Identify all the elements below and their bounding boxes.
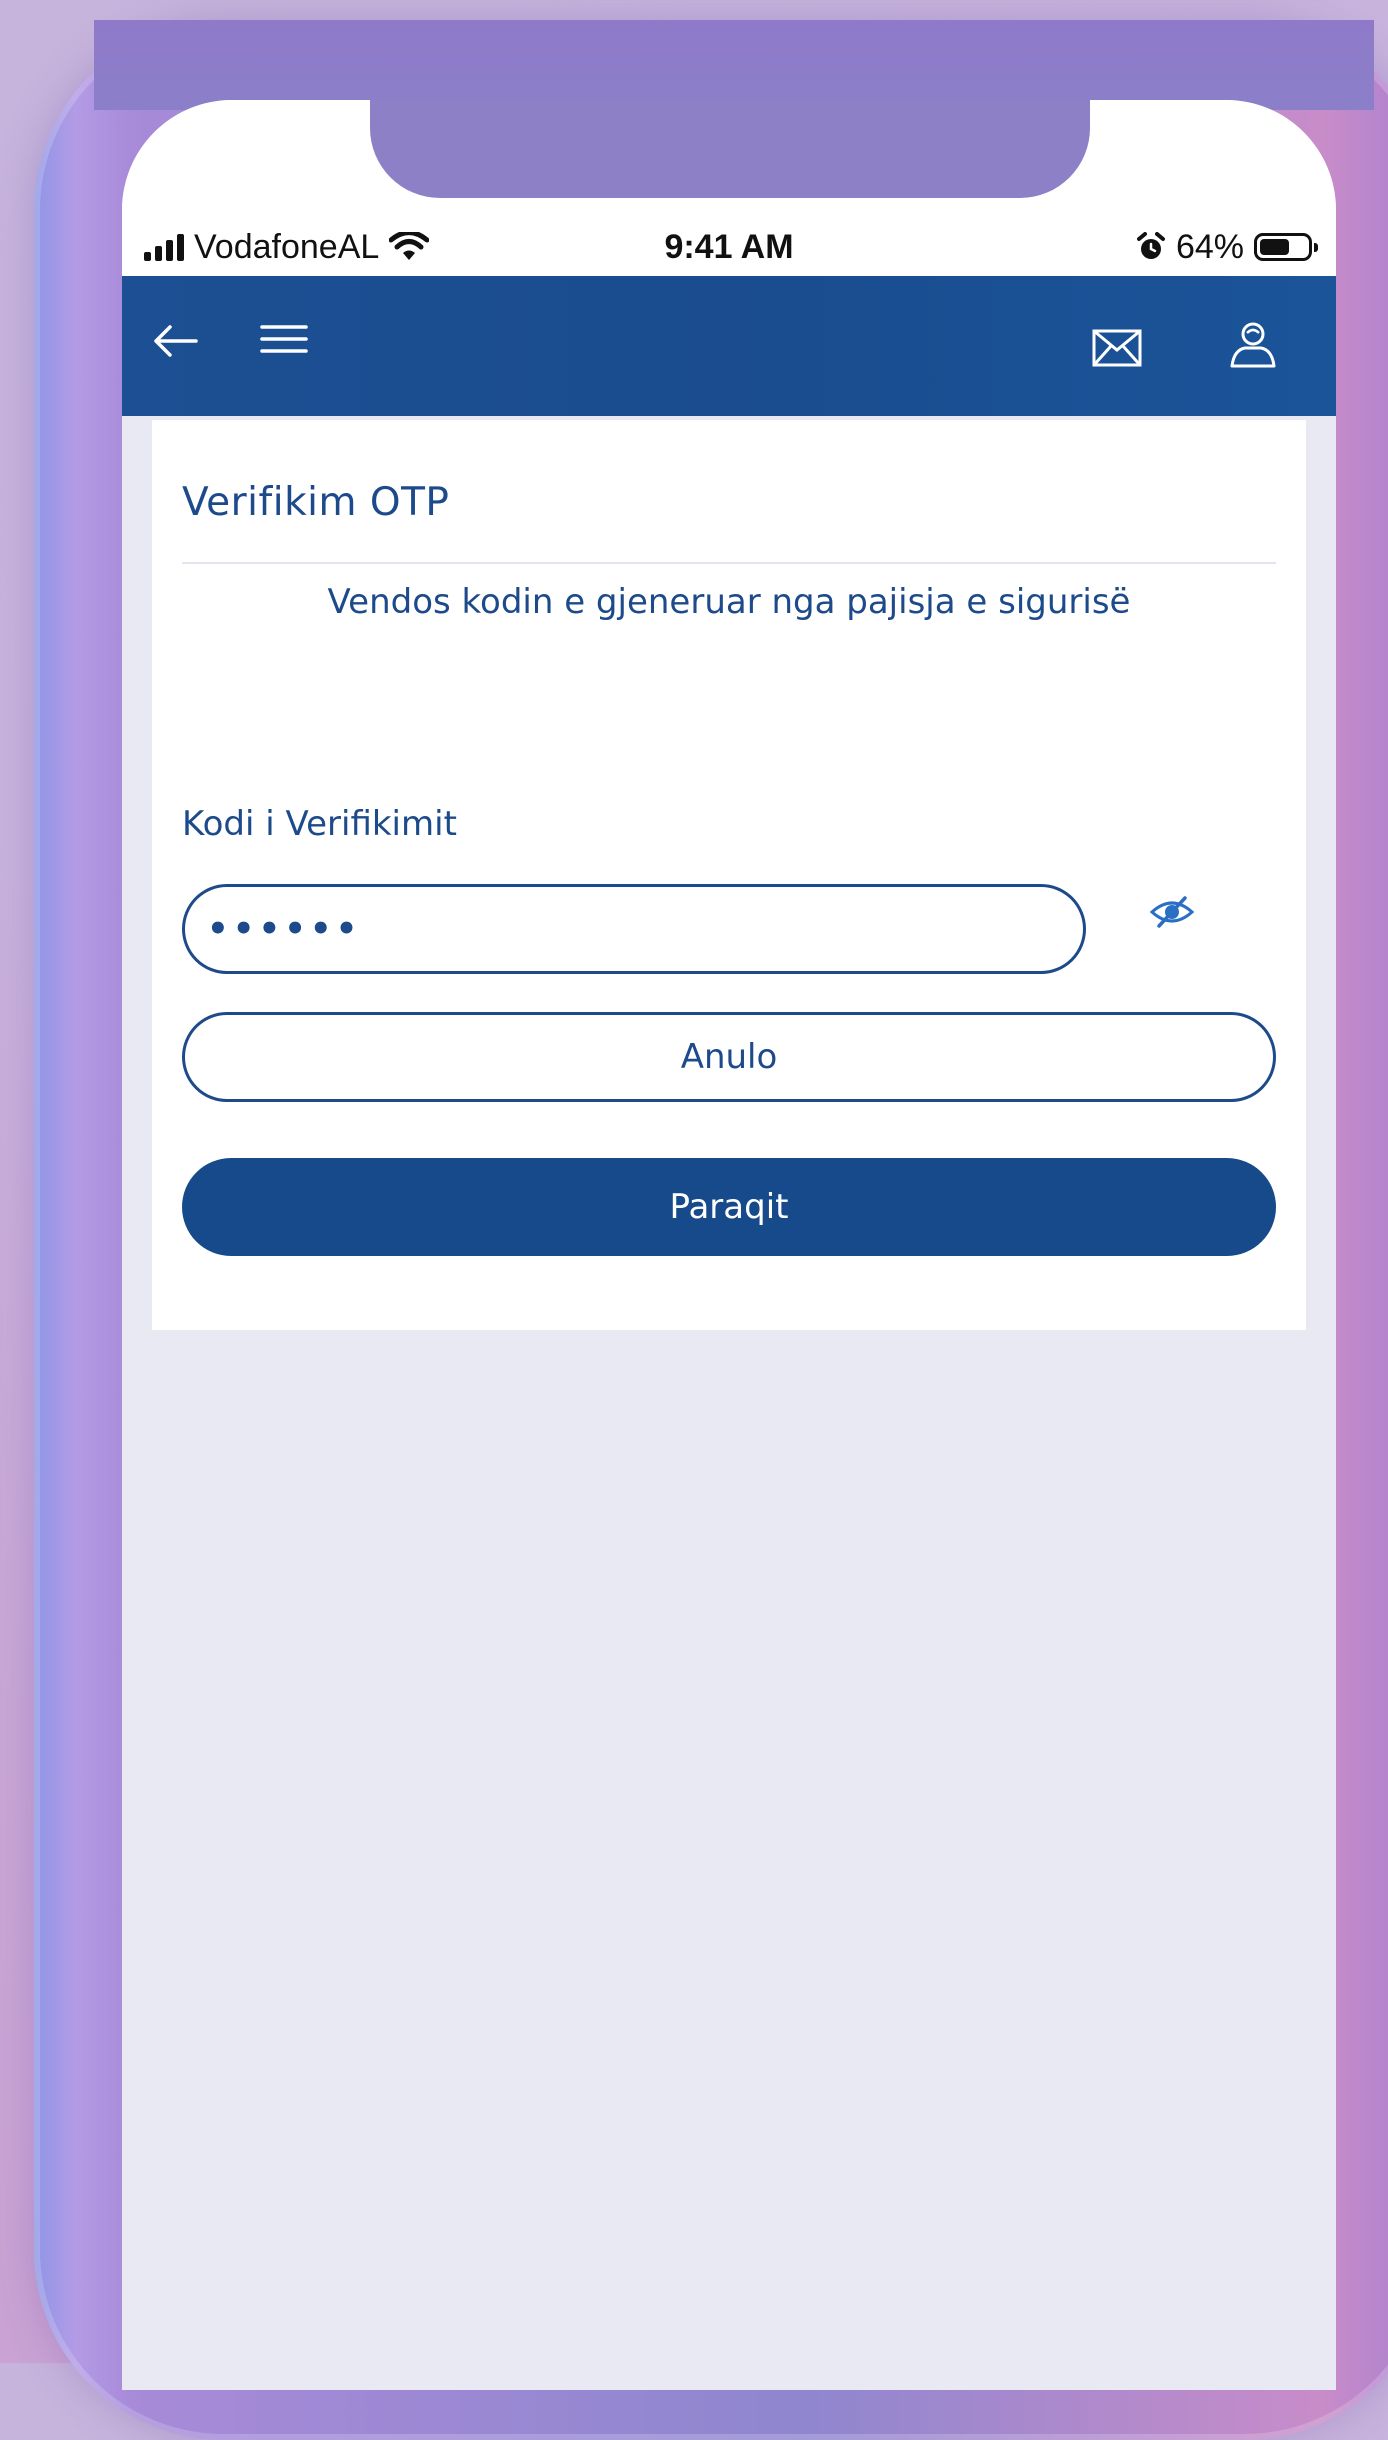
phone-notch — [370, 100, 1090, 198]
back-arrow-icon — [154, 325, 198, 357]
carrier-name: VodafoneAL — [194, 227, 380, 266]
verification-code-label: Kodi i Verifikimit — [182, 804, 457, 844]
mail-icon — [1092, 329, 1142, 367]
messages-button[interactable] — [1082, 318, 1152, 378]
signal-icon — [144, 233, 184, 261]
status-right: 64% — [1136, 227, 1318, 267]
alarm-icon — [1136, 232, 1165, 259]
battery-percent: 64% — [1175, 227, 1244, 266]
phone-screen: VodafoneAL 9:41 AM 64% Verifikim OTP Ven… — [122, 100, 1336, 2390]
eye-slash-icon — [1149, 896, 1195, 928]
status-left: VodafoneAL — [144, 227, 430, 267]
battery-icon — [1254, 233, 1318, 261]
card-instructions: Vendos kodin e gjeneruar nga pajisja e s… — [327, 582, 1131, 622]
card-title: Verifikim OTP — [182, 480, 450, 525]
app-header — [122, 276, 1336, 416]
battery-tip — [1314, 243, 1318, 252]
user-profile-icon — [1230, 322, 1276, 368]
back-button[interactable] — [146, 316, 206, 366]
verification-code-field[interactable] — [182, 884, 1086, 974]
card-divider — [182, 562, 1276, 564]
menu-button[interactable] — [254, 314, 314, 364]
battery-level-fill — [1260, 239, 1290, 255]
wifi-icon — [389, 232, 430, 260]
verification-code-input[interactable] — [185, 887, 1083, 971]
otp-card: Verifikim OTP Vendos kodin e gjeneruar n… — [152, 420, 1306, 1330]
submit-button[interactable]: Paraqit — [182, 1158, 1276, 1256]
toggle-visibility-button[interactable] — [1142, 884, 1202, 940]
cancel-button[interactable]: Anulo — [182, 1012, 1276, 1102]
profile-button[interactable] — [1218, 312, 1288, 378]
phone-frame-top — [94, 20, 1374, 110]
status-bar: VodafoneAL 9:41 AM 64% — [122, 218, 1336, 276]
hamburger-menu-icon — [260, 325, 308, 353]
